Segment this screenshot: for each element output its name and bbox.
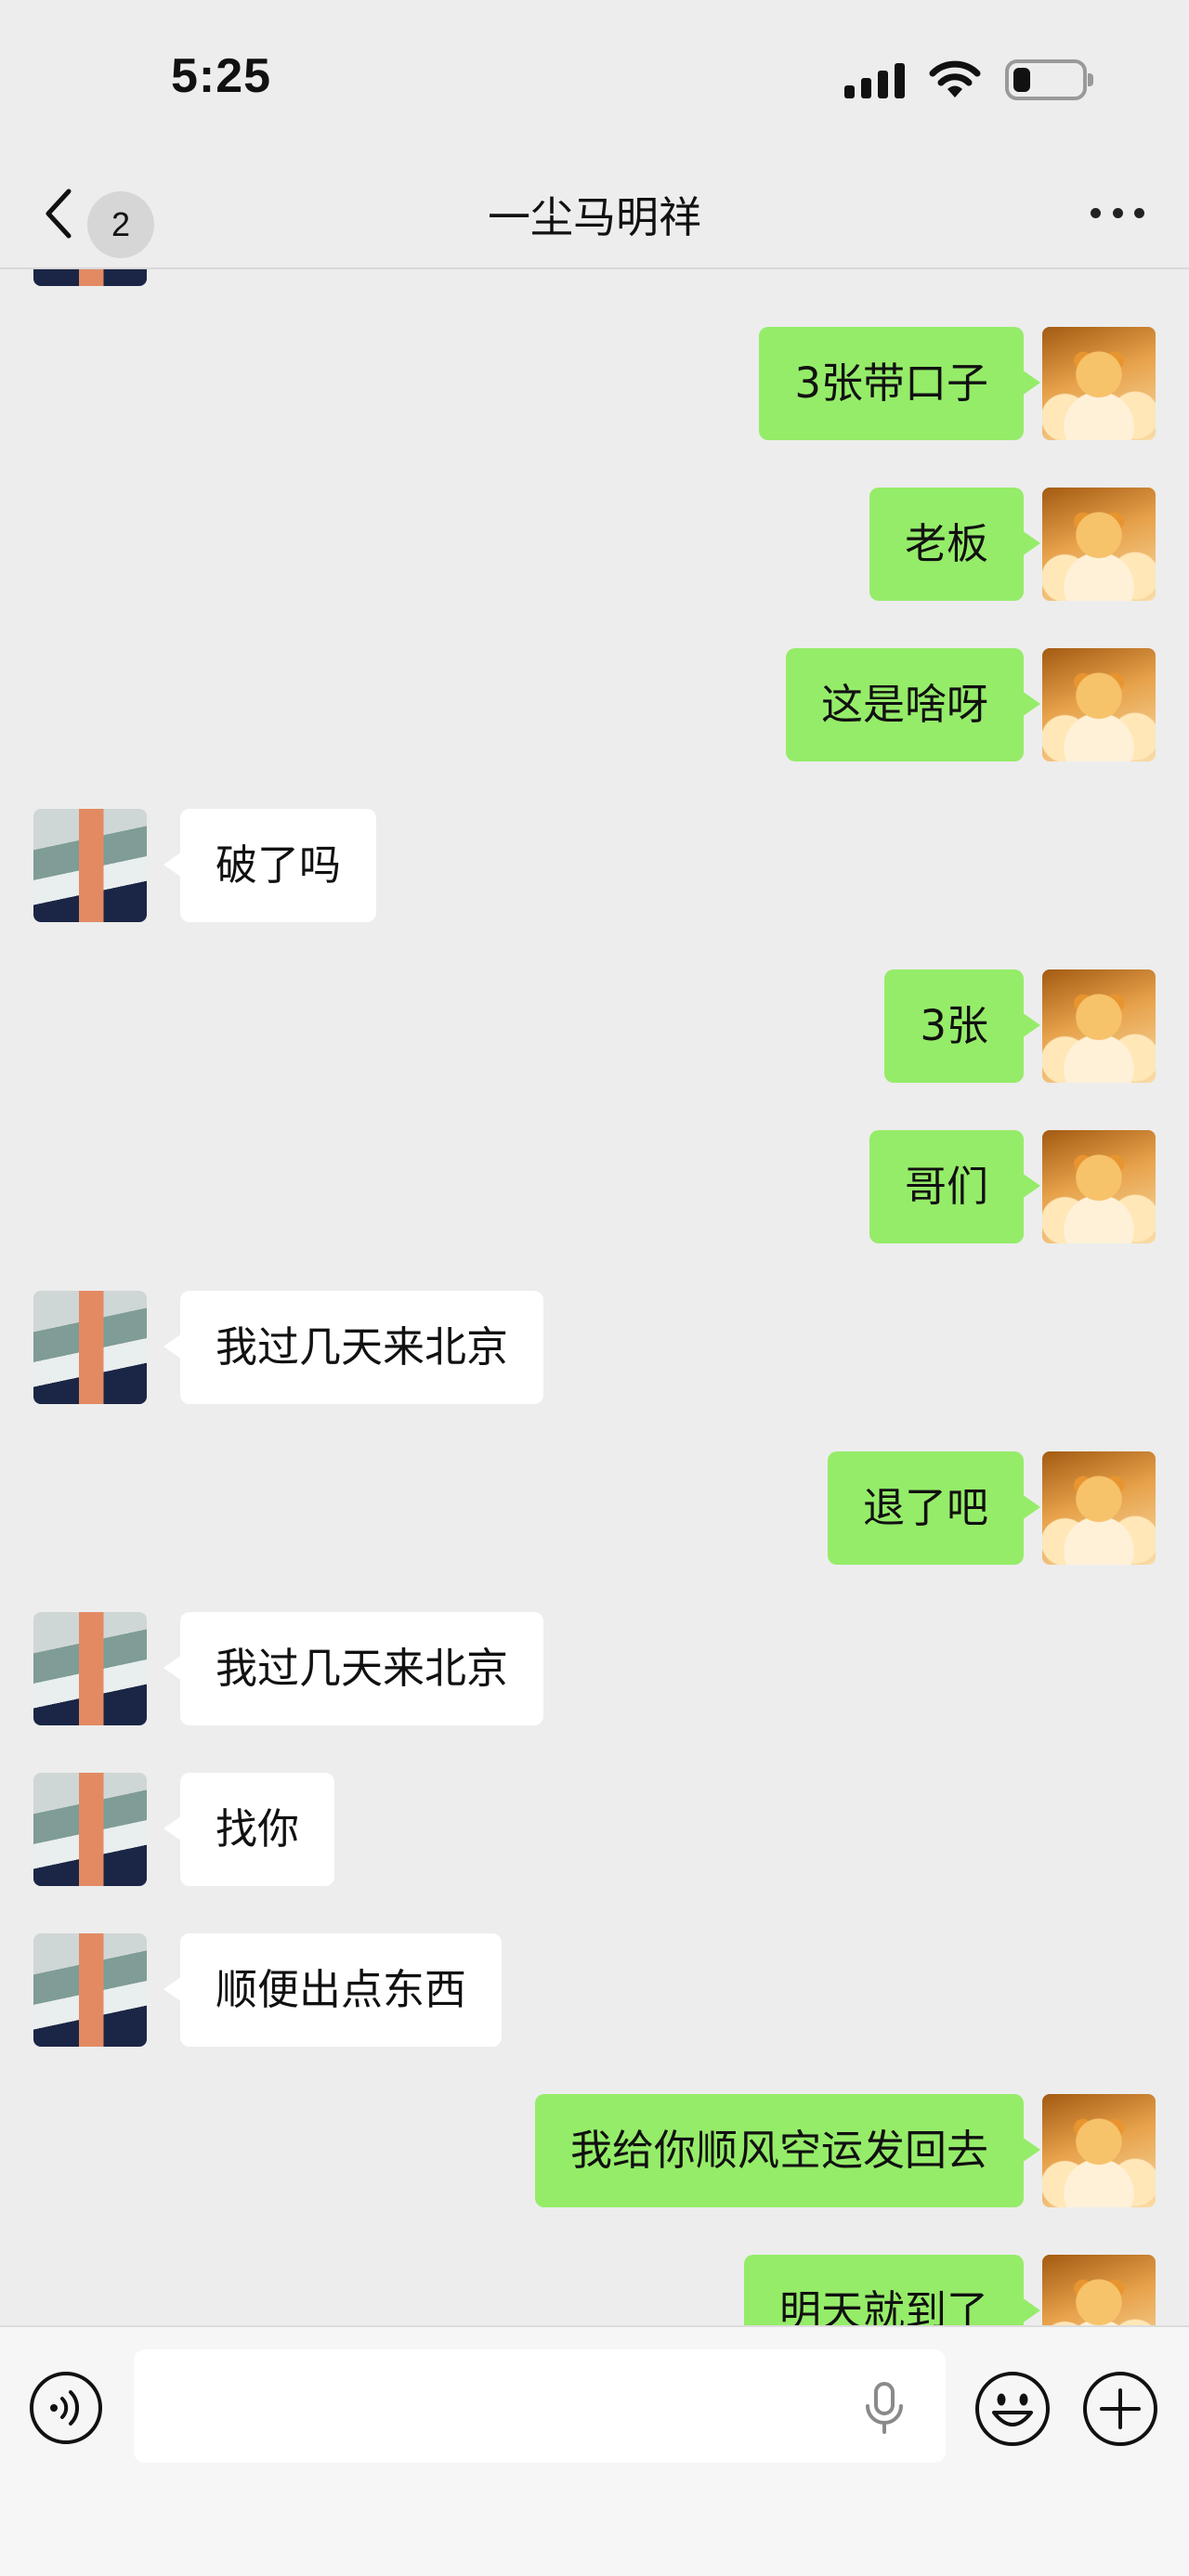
message-bubble[interactable]: 我过几天来北京 [163, 1612, 544, 1725]
more-options-icon[interactable] [1091, 199, 1144, 227]
battery-level [1013, 68, 1030, 92]
message-bubble[interactable]: 我过几天来北京 [163, 1291, 544, 1404]
emoji-icon[interactable] [973, 2370, 1052, 2448]
message-bubble[interactable]: 破了吗 [163, 809, 377, 922]
cat-avatar[interactable] [1042, 2094, 1156, 2207]
message-bubble[interactable]: 老板 [869, 488, 1041, 601]
chat-header: 2 一尘马明祥 [0, 158, 1189, 269]
outgoing-message: 3张 [0, 969, 1189, 1085]
banknote-stack-avatar[interactable] [33, 1773, 147, 1886]
message-bubble[interactable]: 3张带口子 [759, 327, 1040, 440]
status-bar: 5:25 [0, 0, 1189, 158]
input-bar [0, 2325, 1189, 2576]
message-bubble[interactable]: 明天就到了 [743, 2255, 1041, 2325]
message-bubble[interactable]: 我给你顺风空运发回去 [534, 2094, 1041, 2207]
message-bubble[interactable]: 找你 [163, 1773, 335, 1886]
outgoing-message: 3张带口子 [0, 327, 1189, 442]
message-input[interactable] [134, 2349, 946, 2463]
voice-icon[interactable] [28, 2370, 104, 2446]
incoming-message: 顺便出点东西 [0, 1933, 1189, 2049]
outgoing-message: 这是啥呀 [0, 648, 1189, 763]
incoming-message: 找你 [0, 1773, 1189, 1888]
message-bubble[interactable]: 哥们 [869, 1130, 1041, 1243]
message-bubble[interactable]: 退了吧 [827, 1451, 1041, 1565]
cat-avatar[interactable] [1042, 488, 1156, 601]
cat-avatar[interactable] [1042, 969, 1156, 1083]
status-time: 5:25 [171, 49, 272, 103]
incoming-message: 我过几天来北京 [0, 1291, 1189, 1406]
outgoing-message: 退了吧 [0, 1451, 1189, 1567]
cat-avatar[interactable] [1042, 2255, 1156, 2325]
banknote-stack-avatar[interactable] [33, 1612, 147, 1725]
outgoing-message: 明天就到了 [0, 2255, 1189, 2325]
message-list[interactable]: 3张带口子 老板 这是啥呀 破了吗 3张 哥们 我过几天来北京 退了吧 我过几天来北京 找你 顺便出… [0, 269, 1189, 2325]
outgoing-message: 哥们 [0, 1130, 1189, 1245]
banknote-stack-avatar[interactable] [33, 1291, 147, 1404]
banknote-stack-avatar[interactable] [33, 269, 147, 286]
cellular-signal-icon [844, 61, 905, 98]
wifi-icon [929, 60, 981, 98]
plus-icon[interactable] [1081, 2370, 1159, 2448]
chat-title: 一尘马明祥 [488, 192, 701, 242]
outgoing-message: 我给你顺风空运发回去 [0, 2094, 1189, 2209]
cat-avatar[interactable] [1042, 1130, 1156, 1243]
cat-avatar[interactable] [1042, 327, 1156, 440]
status-icons [844, 54, 1093, 106]
banknote-stack-avatar[interactable] [33, 1933, 147, 2047]
outgoing-message: 老板 [0, 488, 1189, 603]
incoming-message: 破了吗 [0, 809, 1189, 924]
banknote-stack-avatar[interactable] [33, 809, 147, 922]
mic-icon[interactable] [858, 2381, 910, 2435]
cat-avatar[interactable] [1042, 648, 1156, 761]
message-bubble[interactable]: 3张 [884, 969, 1040, 1083]
message-bubble[interactable]: 顺便出点东西 [163, 1933, 503, 2047]
message-bubble[interactable]: 这是啥呀 [785, 648, 1041, 761]
battery-icon [1005, 59, 1093, 100]
incoming-message: 我过几天来北京 [0, 1612, 1189, 1727]
cat-avatar[interactable] [1042, 1451, 1156, 1565]
